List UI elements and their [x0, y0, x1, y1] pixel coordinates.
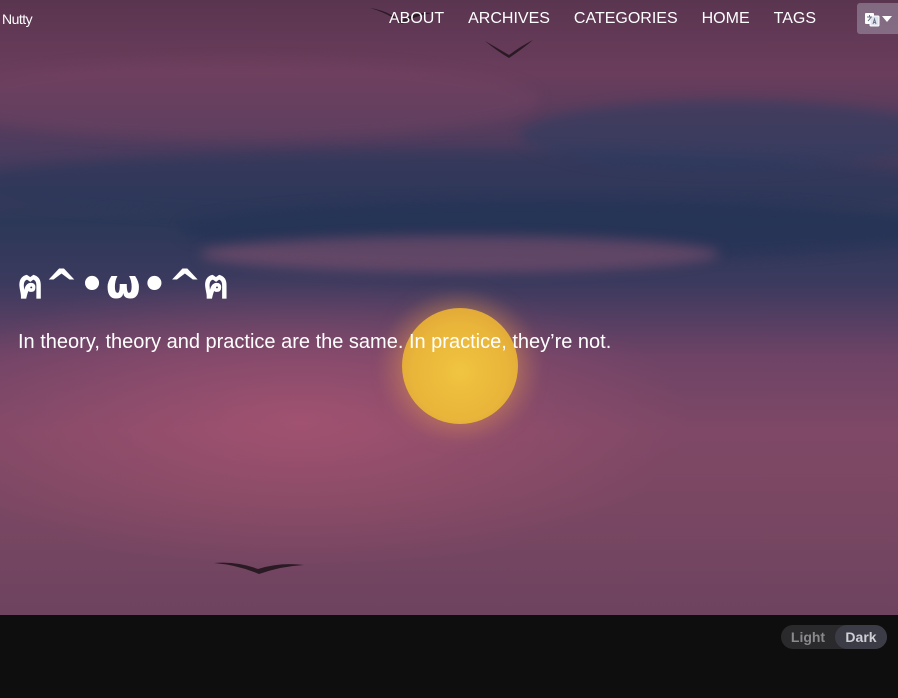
- nav-item-tags[interactable]: TAGS: [762, 10, 828, 28]
- page-title: ฅ^•ω•^ฅ: [17, 262, 231, 308]
- nav-item-home[interactable]: HOME: [690, 10, 762, 28]
- nav-item-categories[interactable]: CATEGORIES: [562, 10, 690, 28]
- site-title-link[interactable]: Nutty: [2, 11, 33, 27]
- bird-icon: [214, 562, 304, 574]
- cloud-band: [200, 236, 720, 272]
- theme-dark-option[interactable]: Dark: [835, 625, 887, 649]
- bird-icon: [485, 40, 533, 58]
- page-subtitle: In theory, theory and practice are the s…: [18, 331, 612, 353]
- theme-light-option[interactable]: Light: [781, 625, 835, 649]
- caret-down-icon: [881, 15, 892, 22]
- cloud-band: [0, 60, 540, 140]
- main-nav: ABOUT ARCHIVES CATEGORIES HOME TAGS: [377, 10, 828, 28]
- theme-toggle: Light Dark: [781, 625, 887, 649]
- sun: [402, 308, 518, 424]
- nav-item-archives[interactable]: ARCHIVES: [456, 10, 562, 28]
- translate-icon: [864, 12, 879, 26]
- nav-item-about[interactable]: ABOUT: [377, 10, 456, 28]
- language-switch-button[interactable]: [857, 3, 898, 34]
